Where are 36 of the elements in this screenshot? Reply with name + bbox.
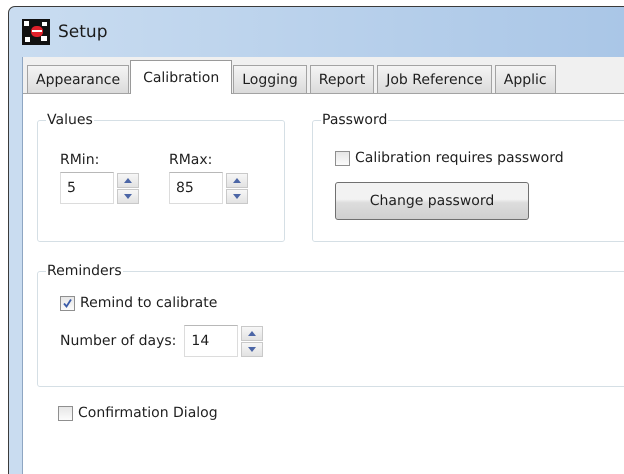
group-title: Password bbox=[321, 112, 388, 128]
spin-up-button[interactable] bbox=[226, 172, 248, 188]
spin-up-button[interactable] bbox=[241, 326, 264, 340]
down-arrow-icon bbox=[124, 194, 132, 198]
tab[interactable]: Applic bbox=[494, 65, 556, 93]
spin-down-button[interactable] bbox=[117, 188, 139, 204]
down-arrow-icon bbox=[248, 346, 256, 352]
checkbox-label[interactable]: Confirmation Dialog bbox=[78, 405, 218, 421]
down-arrow-icon bbox=[233, 194, 241, 198]
app-icon bbox=[22, 19, 50, 45]
number-field[interactable]: 5 bbox=[60, 172, 114, 204]
group-title: Values bbox=[46, 112, 94, 128]
window-title: Setup bbox=[58, 22, 108, 42]
spin-down-button[interactable] bbox=[226, 188, 248, 204]
field-label: RMax: bbox=[169, 152, 214, 168]
change-password-button[interactable]: Change password bbox=[335, 182, 529, 220]
tab[interactable]: Report bbox=[310, 65, 374, 93]
checkbox[interactable] bbox=[58, 406, 73, 420]
checkbox-label[interactable]: Calibration requires password bbox=[355, 150, 564, 166]
group-title: Reminders bbox=[46, 263, 123, 279]
up-arrow-icon bbox=[248, 330, 256, 336]
checkbox[interactable] bbox=[335, 150, 350, 166]
up-arrow-icon bbox=[124, 178, 132, 182]
number-field[interactable]: 85 bbox=[169, 172, 223, 204]
number-field[interactable]: 14 bbox=[184, 325, 238, 357]
tab[interactable]: Calibration bbox=[130, 60, 232, 94]
checkbox-label[interactable]: Remind to calibrate bbox=[80, 295, 218, 311]
spin-down-button[interactable] bbox=[241, 342, 264, 356]
field-label: Number of days: bbox=[60, 333, 176, 349]
tab[interactable]: Appearance bbox=[27, 65, 130, 93]
field-label: RMin: bbox=[60, 152, 100, 168]
spin-up-button[interactable] bbox=[117, 172, 139, 188]
checkbox[interactable] bbox=[60, 296, 75, 310]
up-arrow-icon bbox=[233, 178, 241, 182]
tab[interactable]: Logging bbox=[233, 65, 307, 93]
tab[interactable]: Job Reference bbox=[377, 65, 492, 93]
